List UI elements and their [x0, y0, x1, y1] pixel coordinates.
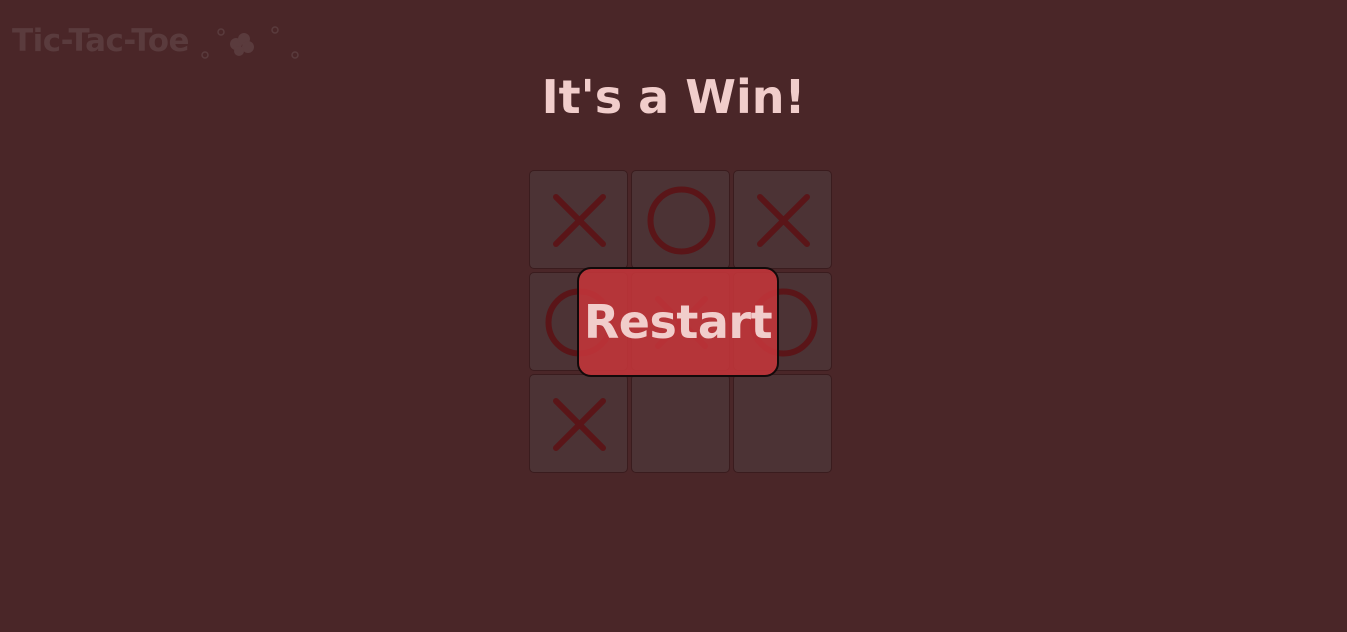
x-mark-icon: [757, 194, 810, 247]
game-screen: Tic-Tac-Toe It's a Win! Restart: [0, 0, 1347, 632]
o-mark-icon: [647, 186, 716, 255]
board-cell-3[interactable]: [733, 170, 832, 269]
x-mark-icon: [553, 194, 606, 247]
board-cell-2[interactable]: [631, 170, 730, 269]
app-logo: Tic-Tac-Toe: [12, 22, 301, 60]
game-status-title: It's a Win!: [541, 70, 806, 124]
bubbles-and-cloud-icon: [201, 24, 301, 60]
x-mark-icon: [553, 398, 606, 451]
logo-text: Tic-Tac-Toe: [12, 23, 190, 59]
board-cell-8[interactable]: [631, 374, 730, 473]
board-cell-1[interactable]: [529, 170, 628, 269]
board-cell-7[interactable]: [529, 374, 628, 473]
board-cell-9[interactable]: [733, 374, 832, 473]
restart-button[interactable]: Restart: [577, 267, 779, 377]
